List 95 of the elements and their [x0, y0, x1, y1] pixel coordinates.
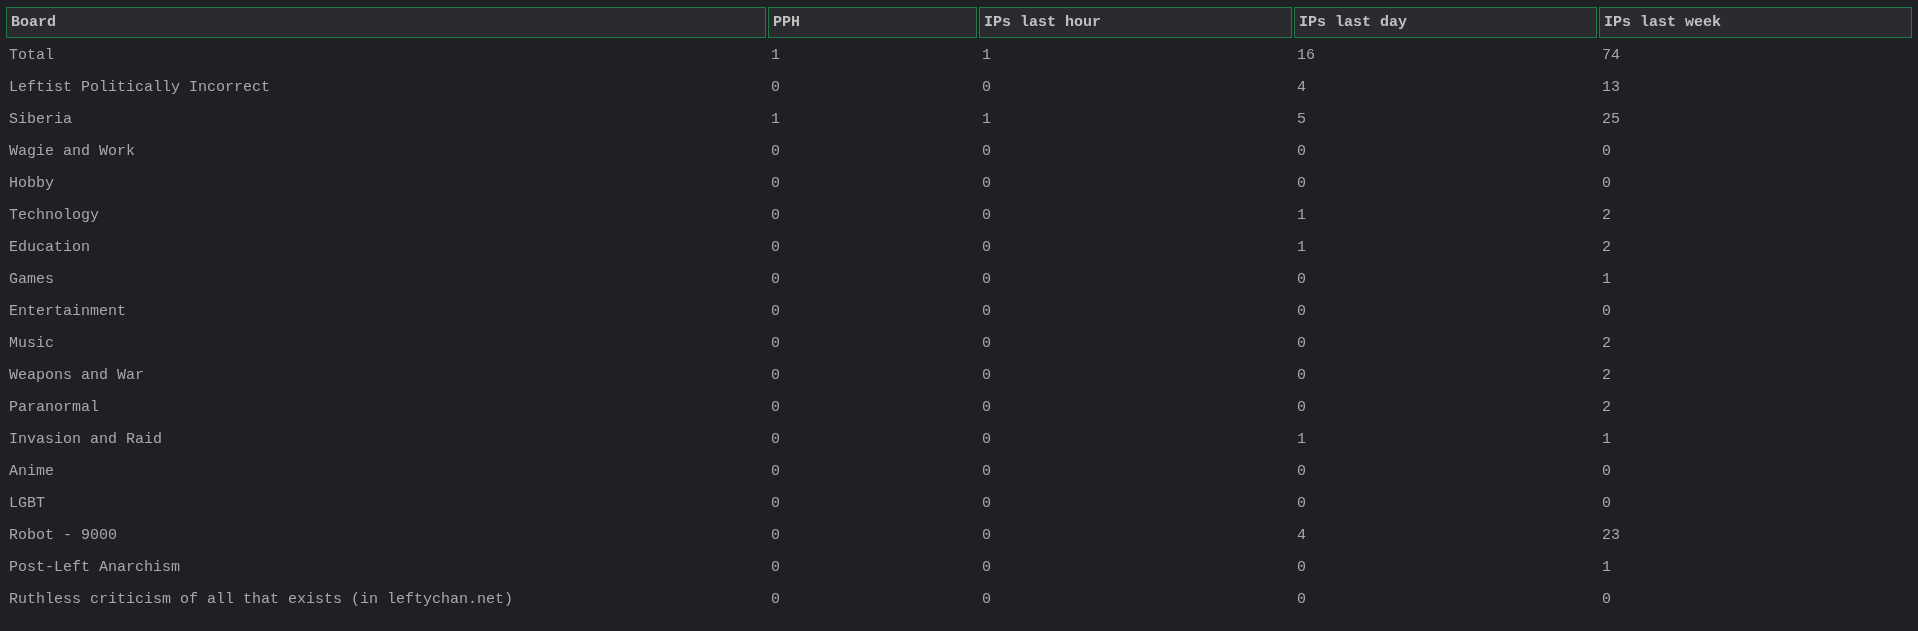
table-cell: 0	[1297, 462, 1306, 480]
column-header: PPH	[768, 7, 977, 38]
table-cell: 0	[1297, 302, 1306, 320]
table-cell: 0	[982, 206, 991, 224]
table-cell: 1	[1602, 430, 1611, 448]
table-cell: 0	[982, 78, 991, 96]
table-cell: 0	[1297, 494, 1306, 512]
table-cell: 2	[1602, 334, 1611, 352]
table-cell: 0	[771, 558, 780, 576]
table-cell: 1	[982, 46, 991, 64]
table-cell: 1	[1602, 558, 1611, 576]
table-cell: 0	[771, 270, 780, 288]
table-cell: 74	[1602, 46, 1620, 64]
table-cell: 0	[771, 366, 780, 384]
table-cell: 0	[1602, 174, 1611, 192]
table-cell: 0	[771, 462, 780, 480]
table-cell: Weapons and War	[9, 366, 145, 384]
table-cell: 0	[982, 590, 991, 608]
column-header: IPs last day	[1294, 7, 1597, 38]
table-cell: 0	[1602, 590, 1611, 608]
table-cell: 0	[1297, 398, 1306, 416]
table-cell: 0	[771, 590, 780, 608]
table-cell: Games	[9, 270, 54, 288]
table-cell: 25	[1602, 110, 1620, 128]
table-cell: 1	[982, 110, 991, 128]
table-cell: LGBT	[9, 494, 45, 512]
table-cell: 0	[771, 494, 780, 512]
table-cell: 0	[771, 142, 780, 160]
table-cell: 0	[982, 334, 991, 352]
table-cell: 0	[771, 174, 780, 192]
table-cell: 5	[1297, 110, 1306, 128]
table-cell: 0	[982, 366, 991, 384]
table-cell: 0	[1297, 174, 1306, 192]
table-cell: 0	[1297, 558, 1306, 576]
table-cell: 0	[1297, 334, 1306, 352]
table-cell: Wagie and Work	[9, 142, 136, 160]
table-cell: 0	[982, 302, 991, 320]
table-cell: 0	[771, 238, 780, 256]
table-cell: 0	[1602, 494, 1611, 512]
table-cell: Ruthless criticism of all that exists (in leftychan.net)	[9, 590, 514, 608]
table-cell: Hobby	[9, 174, 54, 192]
table-cell: 2	[1602, 398, 1611, 416]
table-cell: 0	[1602, 142, 1611, 160]
table-cell: 0	[771, 206, 780, 224]
table-cell: 0	[771, 334, 780, 352]
table-cell: 0	[982, 526, 991, 544]
table-cell: Paranormal	[9, 398, 99, 416]
table-cell: Technology	[9, 206, 99, 224]
table-cell: Total	[9, 46, 54, 64]
table-cell: 16	[1297, 46, 1315, 64]
column-header: IPs last week	[1599, 7, 1912, 38]
table-cell: 0	[982, 174, 991, 192]
table-cell: 1	[1297, 430, 1306, 448]
table-cell: 0	[1297, 590, 1306, 608]
table-cell: 0	[1297, 142, 1306, 160]
table-cell: 0	[771, 526, 780, 544]
table-cell: 0	[771, 302, 780, 320]
table-cell: 0	[771, 78, 780, 96]
table-cell: 0	[982, 270, 991, 288]
table-cell: Entertainment	[9, 302, 127, 320]
table-cell: Siberia	[9, 110, 72, 128]
table-cell: 0	[982, 462, 991, 480]
table-cell: 13	[1602, 78, 1620, 96]
column-header: IPs last hour	[979, 7, 1292, 38]
table-cell: 0	[982, 558, 991, 576]
table-cell: 1	[1602, 270, 1611, 288]
table-cell: 1	[1297, 206, 1306, 224]
table-cell: Invasion and Raid	[9, 430, 163, 448]
table-cell: Anime	[9, 462, 54, 480]
table-cell: 2	[1602, 206, 1611, 224]
table-cell: 0	[982, 398, 991, 416]
table-cell: Robot - 9000	[9, 526, 118, 544]
table-cell: 2	[1602, 366, 1611, 384]
table-cell: Music	[9, 334, 54, 352]
table-cell: Education	[9, 238, 90, 256]
table-cell: 4	[1297, 78, 1306, 96]
table-cell: 0	[1297, 366, 1306, 384]
table-cell: 0	[982, 238, 991, 256]
table-cell: 0	[982, 142, 991, 160]
table-cell: 1	[771, 46, 780, 64]
table-cell: 0	[982, 494, 991, 512]
table-cell: 1	[1297, 238, 1306, 256]
table-cell: 1	[771, 110, 780, 128]
table-cell: Post-Left Anarchism	[9, 558, 181, 576]
column-header: Board	[6, 7, 766, 38]
table-cell: 0	[771, 398, 780, 416]
table-cell: 23	[1602, 526, 1620, 544]
table-cell: 2	[1602, 238, 1611, 256]
table-cell: 0	[982, 430, 991, 448]
table-cell: 4	[1297, 526, 1306, 544]
table-cell: Leftist Politically Incorrect	[9, 78, 271, 96]
table-cell: 0	[771, 430, 780, 448]
table-cell: 0	[1602, 302, 1611, 320]
table-cell: 0	[1297, 270, 1306, 288]
table-cell: 0	[1602, 462, 1611, 480]
